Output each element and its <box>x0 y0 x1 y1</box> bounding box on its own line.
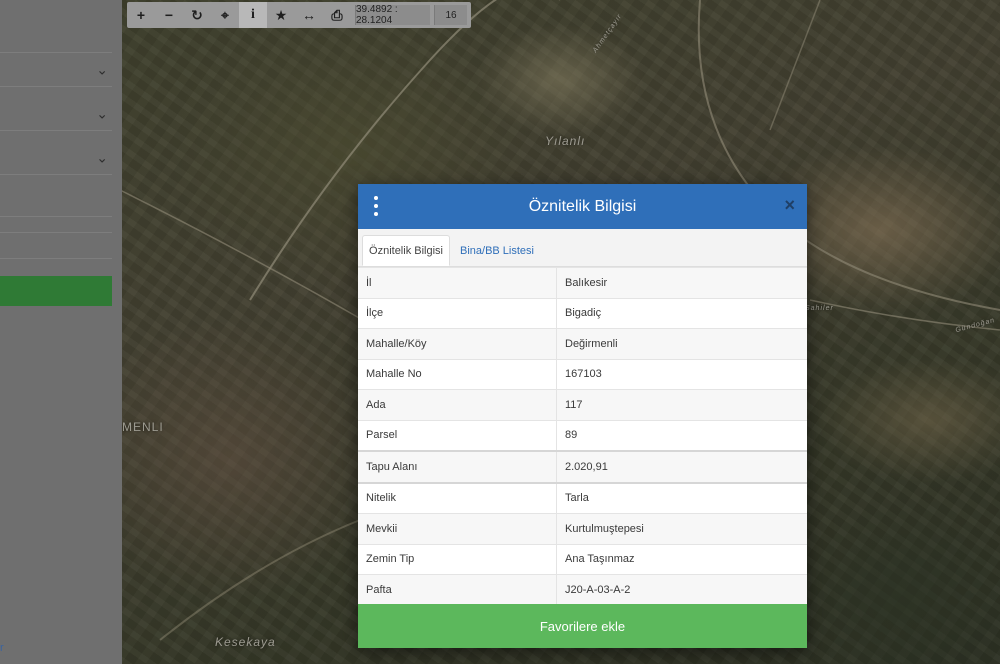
attribute-value: Ana Taşınmaz <box>556 543 807 575</box>
sidebar-select-1[interactable]: ⌄ <box>0 54 112 87</box>
attribute-key: Nitelik <box>358 481 557 514</box>
print-icon: ⎙ <box>331 6 343 23</box>
tab-building-list[interactable]: Bina/BB Listesi <box>454 235 540 266</box>
map-toolbar: + − ↻ ⌖ i ★ ↔ ⎙ 39.4892 : 28.1204 16 <box>127 2 471 28</box>
attribute-key: Zemin Tip <box>358 543 557 575</box>
table-row: Nitelik Tarla <box>358 481 807 514</box>
left-sidebar: ⌄ ⌄ ⌄ r <box>0 0 122 664</box>
sidebar-select-2[interactable]: ⌄ <box>0 98 112 131</box>
table-row: Zemin Tip Ana Taşınmaz <box>358 543 807 575</box>
table-row: Tapu Alanı 2.020,91 <box>358 450 807 483</box>
attribute-value: 89 <box>556 419 807 451</box>
attribute-table: İl Balıkesir İlçe Bigadiç Mahalle/Köy Değirme… <box>358 267 807 605</box>
table-row: Pafta J20-A-03-A-2 <box>358 574 807 605</box>
attribute-key: Ada <box>358 389 557 420</box>
coordinate-readout: 39.4892 : 28.1204 <box>355 4 430 26</box>
attribute-value: 117 <box>556 389 807 420</box>
zoom-level-readout: 16 <box>434 5 467 25</box>
attribute-key: Mevkii <box>358 513 557 544</box>
attribute-key: İlçe <box>358 297 557 329</box>
modal-title: Öznitelik Bilgisi <box>528 197 637 215</box>
add-to-favorites-button[interactable]: Favorilere ekle <box>358 604 807 648</box>
tab-attribute-info[interactable]: Öznitelik Bilgisi <box>362 235 450 266</box>
refresh-icon: ↻ <box>191 6 203 23</box>
attribute-value: 2.020,91 <box>556 450 807 483</box>
sidebar-query-button[interactable] <box>0 276 112 306</box>
attribute-key: Mahalle/Köy <box>358 328 557 359</box>
zoom-out-icon: − <box>164 7 174 23</box>
zoom-in-icon: + <box>136 7 146 23</box>
modal-tabs: Öznitelik Bilgisi Bina/BB Listesi <box>358 229 807 267</box>
measure-button[interactable]: ↔ <box>295 2 323 28</box>
attribute-key: Mahalle No <box>358 358 557 390</box>
attribute-value: 167103 <box>556 358 807 390</box>
attribute-key: Parsel <box>358 419 557 451</box>
measure-icon: ↔ <box>302 7 316 23</box>
sidebar-input-1[interactable] <box>0 188 112 217</box>
table-row: Ada 117 <box>358 389 807 420</box>
sidebar-link[interactable]: r <box>0 642 4 654</box>
attribute-key: Pafta <box>358 574 557 605</box>
sidebar-select-3[interactable]: ⌄ <box>0 142 112 175</box>
attribute-value: Değirmenli <box>556 328 807 359</box>
chevron-down-icon: ⌄ <box>96 61 108 78</box>
favorite-button[interactable]: ★ <box>267 2 295 28</box>
modal-header: Öznitelik Bilgisi × <box>358 184 807 229</box>
refresh-button[interactable]: ↻ <box>183 2 211 28</box>
table-row: Mahalle No 167103 <box>358 358 807 390</box>
info-icon: i <box>251 7 255 22</box>
table-row: İlçe Bigadiç <box>358 297 807 329</box>
print-button[interactable]: ⎙ <box>323 2 351 28</box>
sidebar-field[interactable] <box>0 34 112 53</box>
sidebar-input-2[interactable] <box>0 218 112 233</box>
table-row: Parsel 89 <box>358 419 807 451</box>
table-row: İl Balıkesir <box>358 267 807 298</box>
attribute-info-modal: Öznitelik Bilgisi × Öznitelik Bilgisi Bi… <box>358 184 807 648</box>
zoom-out-button[interactable]: − <box>155 2 183 28</box>
attribute-value: Tarla <box>556 481 807 514</box>
locate-icon: ⌖ <box>221 6 229 23</box>
chevron-down-icon: ⌄ <box>96 105 108 122</box>
attribute-value: Balıkesir <box>556 267 807 298</box>
attribute-value: Bigadiç <box>556 297 807 329</box>
locate-button[interactable]: ⌖ <box>211 2 239 28</box>
zoom-in-button[interactable]: + <box>127 2 155 28</box>
attribute-value: J20-A-03-A-2 <box>556 574 807 605</box>
table-row: Mahalle/Köy Değirmenli <box>358 328 807 359</box>
kebab-menu-icon[interactable] <box>372 196 380 216</box>
close-icon[interactable]: × <box>784 195 795 216</box>
attribute-key: İl <box>358 267 557 298</box>
table-row: Mevkii Kurtulmuştepesi <box>358 513 807 544</box>
attribute-value: Kurtulmuştepesi <box>556 513 807 544</box>
info-button[interactable]: i <box>239 2 267 28</box>
chevron-down-icon: ⌄ <box>96 149 108 166</box>
attribute-key: Tapu Alanı <box>358 450 557 483</box>
sidebar-input-3[interactable] <box>0 234 112 259</box>
star-icon: ★ <box>274 6 288 23</box>
